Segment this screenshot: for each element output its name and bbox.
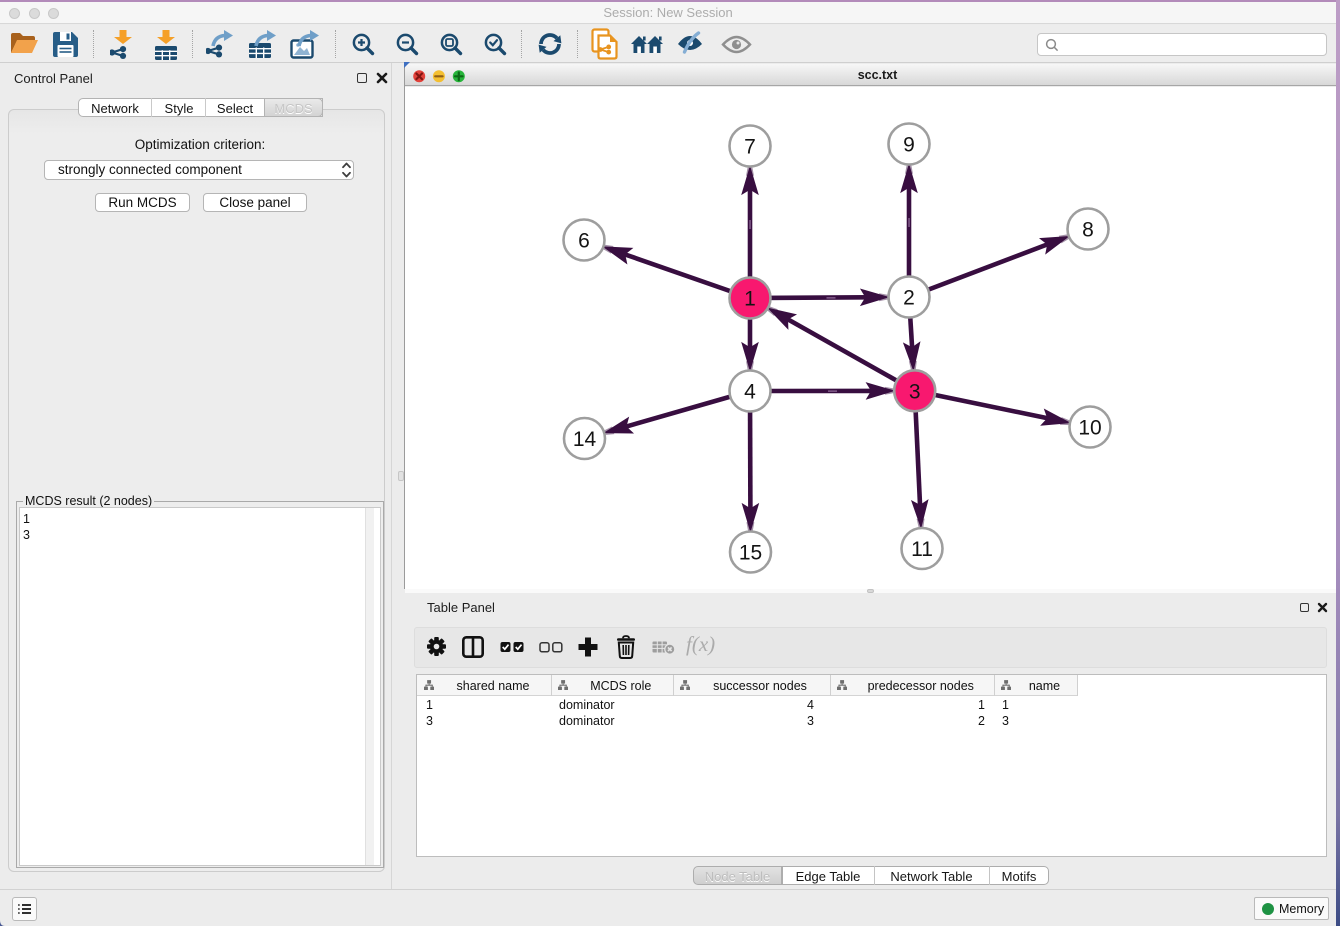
- svg-text:4: 4: [744, 381, 756, 404]
- svg-text:9: 9: [903, 134, 915, 157]
- svg-text:15: 15: [739, 542, 762, 565]
- svg-text:1: 1: [744, 288, 756, 311]
- svg-text:8: 8: [1082, 219, 1094, 242]
- svg-text:6: 6: [578, 230, 590, 253]
- svg-text:7: 7: [744, 136, 756, 159]
- svg-text:10: 10: [1078, 417, 1101, 440]
- svg-text:2: 2: [903, 287, 915, 310]
- svg-text:11: 11: [911, 538, 933, 561]
- svg-text:14: 14: [573, 428, 597, 451]
- svg-text:3: 3: [909, 380, 921, 403]
